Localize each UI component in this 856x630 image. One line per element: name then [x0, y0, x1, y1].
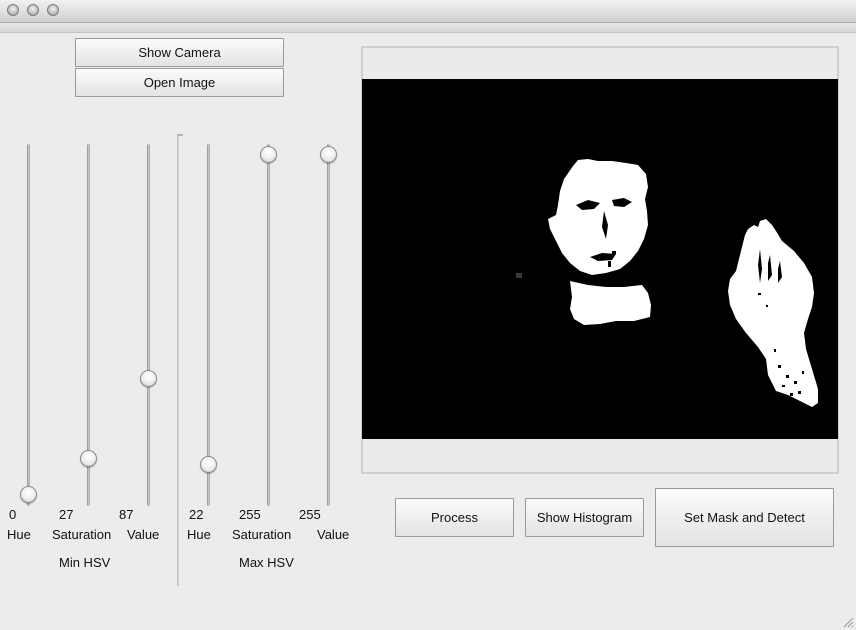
min-value-label: Value [127, 527, 160, 542]
max-value-slider-track[interactable] [327, 144, 330, 506]
title-bar [0, 0, 856, 23]
min-hue-slider-track[interactable] [27, 144, 30, 506]
max-value-value: 255 [299, 507, 321, 522]
min-hue-value: 0 [9, 507, 17, 522]
max-value-label: Value [317, 527, 350, 542]
toolbar-strip [0, 23, 856, 33]
min-value-slider-track[interactable] [147, 144, 150, 506]
set-mask-detect-button[interactable]: Set Mask and Detect [655, 488, 834, 547]
binary-mask-image [362, 79, 838, 439]
max-hue-value: 22 [189, 507, 204, 522]
zoom-window-icon[interactable] [47, 4, 59, 16]
max-saturation-value: 255 [239, 507, 261, 522]
max-value-slider-knob[interactable] [319, 145, 337, 163]
open-image-button[interactable]: Open Image [75, 68, 284, 97]
process-button[interactable]: Process [395, 498, 514, 537]
max-hsv-label: Max HSV [239, 555, 294, 570]
group-separator-cap [177, 134, 183, 136]
max-hue-label: Hue [187, 527, 211, 542]
show-histogram-button[interactable]: Show Histogram [525, 498, 644, 537]
min-saturation-slider-knob[interactable] [79, 449, 97, 467]
min-hsv-label: Min HSV [59, 555, 111, 570]
minimize-window-icon[interactable] [27, 4, 39, 16]
max-saturation-slider-track[interactable] [267, 144, 270, 506]
max-saturation-slider-knob[interactable] [259, 145, 277, 163]
close-window-icon[interactable] [7, 4, 19, 16]
app-window: Show Camera Open Image 0 27 87 Hue Satur… [0, 0, 856, 630]
min-hue-label: Hue [7, 527, 31, 542]
resize-grip-icon[interactable] [842, 616, 854, 628]
max-saturation-label: Saturation [232, 527, 292, 542]
min-saturation-label: Saturation [52, 527, 112, 542]
group-separator [177, 134, 180, 586]
mask-image-view [362, 79, 838, 439]
min-saturation-value: 27 [59, 507, 74, 522]
min-hue-slider-knob[interactable] [19, 485, 37, 503]
min-value-slider-knob[interactable] [139, 369, 157, 387]
show-camera-button[interactable]: Show Camera [75, 38, 284, 67]
max-hue-slider-track[interactable] [207, 144, 210, 506]
min-value-value: 87 [119, 507, 134, 522]
max-hue-slider-knob[interactable] [199, 456, 217, 474]
